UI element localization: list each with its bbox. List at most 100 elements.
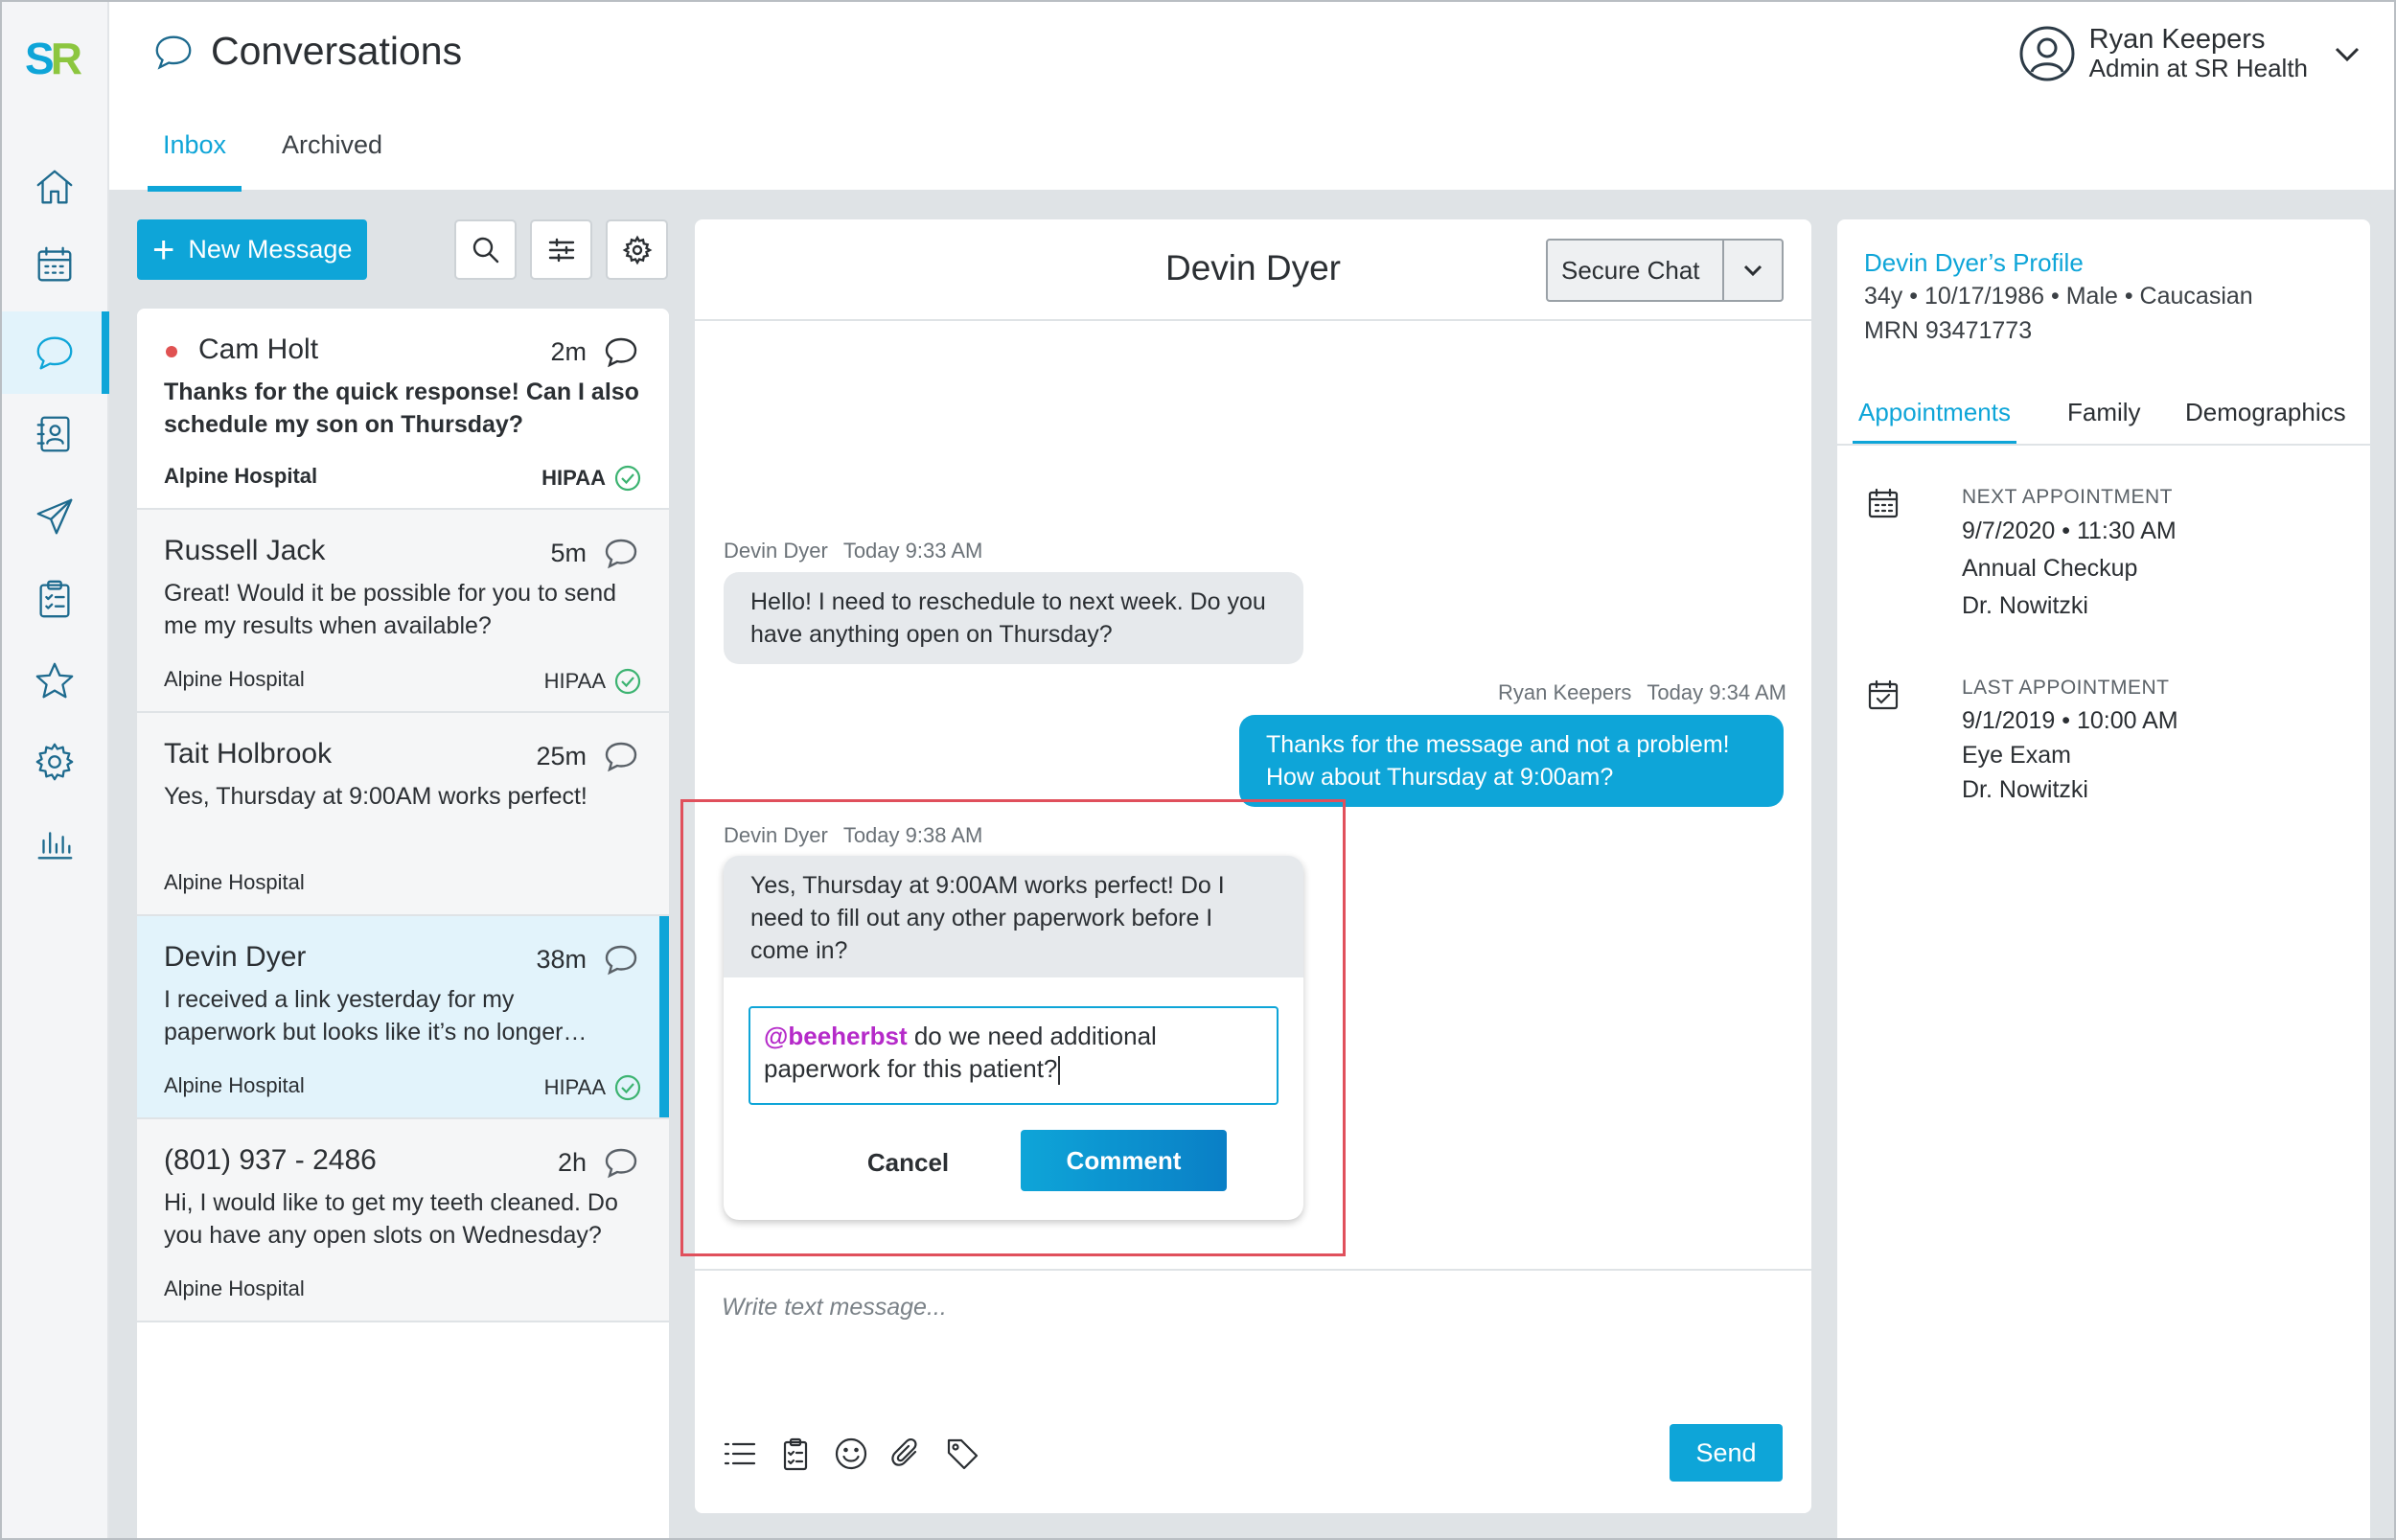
chat-header: Devin Dyer Secure Chat [695, 219, 1811, 321]
plus-icon: + [152, 228, 175, 271]
star-icon [35, 662, 74, 699]
send-icon [36, 498, 73, 535]
list-icon[interactable] [722, 1436, 758, 1472]
nav-forms[interactable] [0, 558, 109, 640]
settings-icon [35, 743, 74, 781]
message-input[interactable]: Write text message... [722, 1294, 947, 1322]
mention-tag[interactable]: @beeherbst [764, 1022, 908, 1050]
message-time: 38m [536, 945, 587, 974]
home-icon [36, 170, 73, 204]
cancel-button[interactable]: Cancel [848, 1138, 968, 1186]
sr-logo[interactable]: SR [25, 36, 82, 80]
contact-name: Russell Jack [164, 535, 326, 566]
chat-bubble-icon [602, 1144, 640, 1183]
nav-campaigns[interactable] [0, 475, 109, 558]
new-message-label: New Message [188, 235, 353, 264]
source-label: Alpine Hospital [164, 464, 318, 488]
comment-input[interactable]: @beeherbst do we need additional paperwo… [749, 1006, 1279, 1105]
filter-button[interactable] [530, 219, 592, 280]
message-preview: Yes, Thursday at 9:00AM works perfect! [164, 783, 587, 810]
message-sender: Ryan Keepers [1498, 680, 1632, 704]
chat-bubble-icon [602, 941, 640, 979]
unread-indicator [166, 346, 177, 357]
last-appointment-type: Eye Exam [1962, 742, 2071, 769]
contacts-icon [36, 416, 70, 452]
list-item[interactable]: (801) 937 - 2486 2h Hi, I would like to … [137, 1119, 669, 1322]
search-button[interactable] [454, 219, 517, 280]
nav-reviews[interactable] [0, 640, 109, 723]
source-label: Alpine Hospital [164, 870, 305, 894]
list-item[interactable]: Cam Holt 2m Thanks for the quick respons… [137, 309, 669, 510]
analytics-icon [37, 832, 73, 860]
message-time: 5m [550, 539, 587, 567]
list-item-selected[interactable]: Devin Dyer 38m I received a link yesterd… [137, 916, 669, 1119]
message-preview: Hi, I would like to get my teeth cleaned… [164, 1189, 618, 1249]
tag-icon[interactable] [944, 1436, 980, 1472]
send-button[interactable]: Send [1670, 1424, 1783, 1482]
list-item[interactable]: Tait Holbrook 25m Yes, Thursday at 9:00A… [137, 713, 669, 916]
sliders-icon [548, 238, 574, 262]
composer-toolbar [722, 1436, 980, 1472]
user-avatar-icon [2019, 26, 2075, 81]
gear-icon [622, 235, 652, 264]
user-menu[interactable]: Ryan Keepers Admin at SR Health [2018, 25, 2363, 82]
source-label: Alpine Hospital [164, 1073, 305, 1097]
message-time: Today 9:33 AM [842, 539, 983, 563]
list-settings-button[interactable] [606, 219, 668, 280]
nav-home[interactable] [0, 146, 109, 228]
patient-demographics: 34y • 10/17/1986 • Male • Caucasian [1864, 283, 2253, 310]
comment-button[interactable]: Comment [1021, 1130, 1227, 1191]
message-time: 2h [557, 1148, 587, 1177]
app-header: Conversations Inbox Archived Ryan Keeper… [109, 0, 2394, 192]
check-circle-icon [614, 465, 641, 492]
new-message-button[interactable]: + New Message [137, 219, 367, 280]
paperclip-icon[interactable] [888, 1436, 925, 1472]
message-composer: Write text message... Send [695, 1269, 1811, 1513]
check-circle-icon [614, 1074, 641, 1101]
tab-demographics[interactable]: Demographics [2185, 398, 2346, 446]
tab-appointments[interactable]: Appointments [1853, 398, 2016, 446]
nav-analytics[interactable] [0, 801, 109, 884]
message-meta: Devin Dyer Today 9:38 AM [724, 823, 982, 848]
tab-family[interactable]: Family [2067, 398, 2141, 446]
next-appointment-type: Annual Checkup [1962, 555, 2138, 582]
message-sender: Devin Dyer [724, 539, 828, 563]
message-time: 2m [550, 337, 587, 366]
nav-calendar[interactable] [0, 223, 109, 306]
chat-bubble-icon [602, 535, 640, 573]
chevron-down-icon[interactable] [2331, 37, 2363, 70]
last-appointment-doctor: Dr. Nowitzki [1962, 776, 2088, 803]
message-preview: I received a link yesterday for my paper… [164, 986, 587, 1046]
clipboard-icon[interactable] [777, 1436, 814, 1472]
left-nav-rail: SR [0, 0, 109, 1540]
channel-label: Secure Chat [1548, 241, 1724, 300]
chat-icon [155, 35, 192, 70]
chevron-down-icon[interactable] [1724, 241, 1782, 300]
next-appointment-label: NEXT APPOINTMENT [1962, 486, 2173, 508]
tab-archived[interactable]: Archived [282, 130, 382, 192]
hipaa-badge: HIPAA [544, 667, 642, 696]
nav-contacts[interactable] [0, 393, 109, 475]
nav-settings[interactable] [0, 721, 109, 803]
calendar-icon [1866, 486, 1901, 520]
source-label: Alpine Hospital [164, 667, 305, 691]
incoming-message: Hello! I need to reschedule to next week… [724, 572, 1303, 664]
source-label: Alpine Hospital [164, 1276, 305, 1300]
message-preview: Great! Would it be possible for you to s… [164, 580, 617, 639]
hipaa-badge: HIPAA [544, 1073, 642, 1102]
channel-select[interactable]: Secure Chat [1546, 239, 1784, 302]
calendar-check-icon [1866, 678, 1901, 712]
nav-conversations[interactable] [0, 311, 109, 394]
message-time: Today 9:34 AM [1647, 680, 1786, 704]
check-circle-icon [614, 668, 641, 695]
list-item[interactable]: Russell Jack 5m Great! Would it be possi… [137, 510, 669, 713]
contact-name: Tait Holbrook [164, 738, 333, 770]
message-preview: Thanks for the quick response! Can I als… [164, 379, 639, 438]
last-appointment-datetime: 9/1/2019 • 10:00 AM [1962, 707, 2178, 734]
tab-inbox[interactable]: Inbox [147, 130, 242, 192]
emoji-icon[interactable] [833, 1436, 869, 1472]
tabs-divider [1837, 444, 2370, 446]
hipaa-badge: HIPAA [541, 464, 642, 493]
profile-title-link[interactable]: Devin Dyer’s Profile [1864, 248, 2084, 278]
incoming-message: Yes, Thursday at 9:00AM works perfect! D… [724, 856, 1303, 977]
